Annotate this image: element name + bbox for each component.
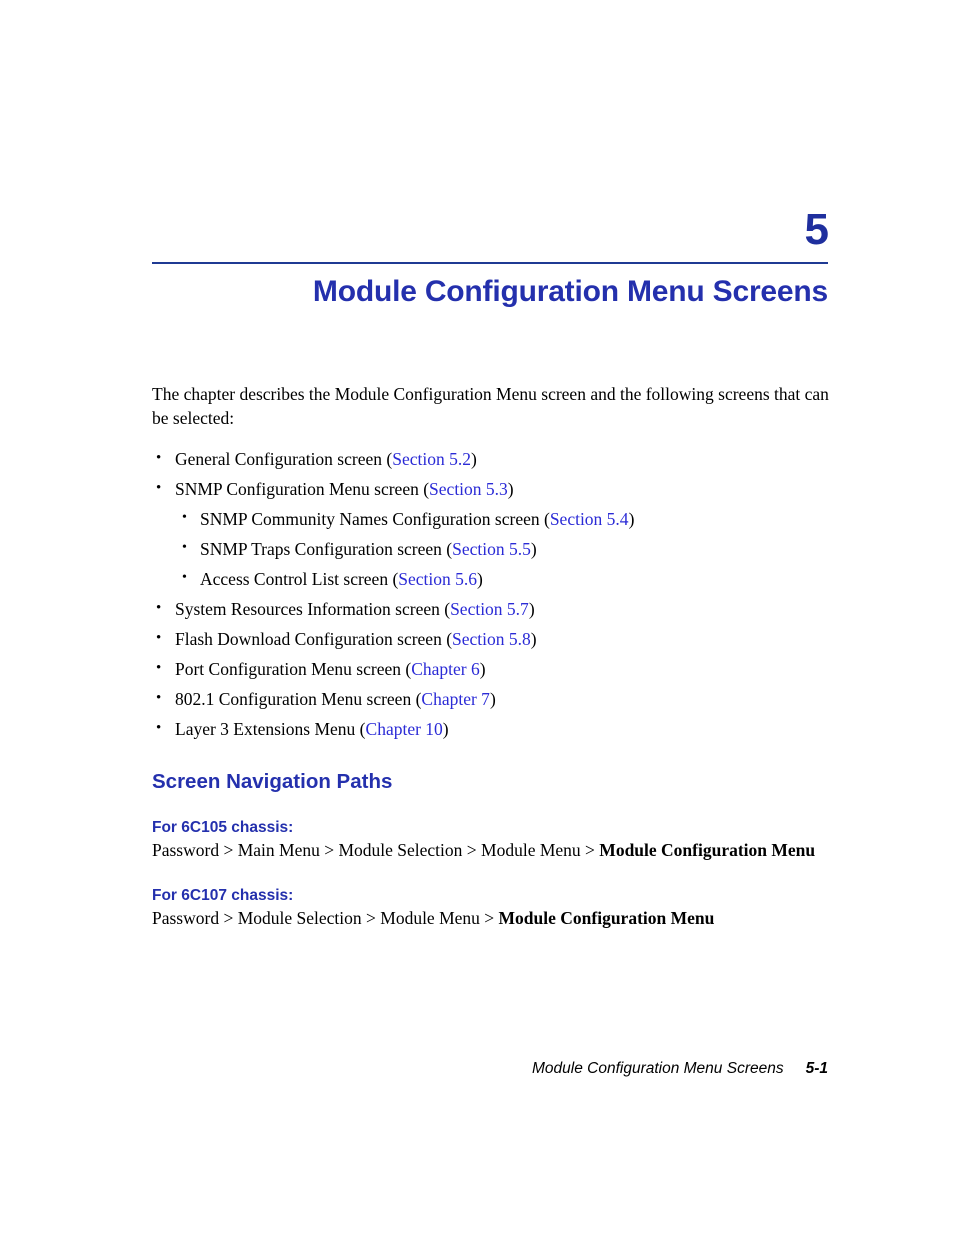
list-item-tail: ) (628, 509, 635, 529)
list-item-tail: ) (530, 539, 537, 559)
cross-reference-link[interactable]: Chapter 10 (366, 719, 443, 739)
cross-reference-link[interactable]: Section 5.7 (450, 599, 529, 619)
list-item-text: Layer 3 Extensions Menu ( (175, 719, 366, 739)
list-item-text: Port Configuration Menu screen ( (175, 659, 412, 679)
list-item-text: Access Control List screen ( (200, 569, 399, 589)
page-footer: Module Configuration Menu Screens 5-1 (152, 1059, 828, 1079)
nested-screen-list: SNMP Community Names Configuration scree… (152, 507, 842, 590)
list-item-text: Flash Download Configuration screen ( (175, 629, 453, 649)
cross-reference-link[interactable]: Section 5.2 (392, 449, 471, 469)
list-item: Flash Download Configuration screen (Sec… (152, 627, 842, 650)
page-content: The chapter describes the Module Configu… (152, 382, 842, 930)
list-item: SNMP Traps Configuration screen (Section… (152, 537, 842, 560)
section-heading-screen-navigation-paths: Screen Navigation Paths (152, 770, 393, 793)
footer-running-head: Module Configuration Menu Screens (532, 1060, 784, 1077)
list-item: SNMP Configuration Menu screen (Section … (152, 477, 842, 500)
list-item: Port Configuration Menu screen (Chapter … (152, 657, 842, 680)
list-item-tail: ) (530, 629, 537, 649)
list-item: 802.1 Configuration Menu screen (Chapter… (152, 687, 842, 710)
list-item-text: SNMP Traps Configuration screen ( (200, 539, 453, 559)
navigation-path-6c105: Password > Main Menu > Module Selection … (152, 839, 842, 862)
screen-list: General Configuration screen (Section 5.… (152, 447, 842, 740)
list-item-tail: ) (470, 449, 477, 469)
intro-paragraph: The chapter describes the Module Configu… (152, 384, 829, 428)
list-item-text: SNMP Configuration Menu screen ( (175, 479, 430, 499)
nested-list-wrapper: SNMP Community Names Configuration scree… (152, 507, 842, 590)
list-item-tail: ) (528, 599, 535, 619)
sub-heading-6c105-chassis: For 6C105 chassis: (152, 819, 294, 836)
chapter-number: 5 (804, 205, 829, 254)
cross-reference-link[interactable]: Section 5.6 (398, 569, 477, 589)
list-item-text: 802.1 Configuration Menu screen ( (175, 689, 422, 709)
document-page: 5 Module Configuration Menu Screens The … (0, 0, 954, 1235)
navigation-path-target: Module Configuration Menu (498, 908, 715, 928)
list-item: System Resources Information screen (Sec… (152, 597, 842, 620)
chapter-header: 5 Module Configuration Menu Screens (152, 205, 829, 329)
navigation-path-6c107: Password > Module Selection > Module Men… (152, 907, 842, 930)
cross-reference-link[interactable]: Chapter 7 (421, 689, 490, 709)
cross-reference-link[interactable]: Section 5.3 (429, 479, 508, 499)
list-item-text: SNMP Community Names Configuration scree… (200, 509, 550, 529)
list-item-tail: ) (479, 659, 486, 679)
page-title: Module Configuration Menu Screens (312, 275, 828, 308)
sub-heading-6c107-chassis: For 6C107 chassis: (152, 887, 294, 904)
list-item: SNMP Community Names Configuration scree… (152, 507, 842, 530)
list-item-tail: ) (489, 689, 496, 709)
list-item-text: System Resources Information screen ( (175, 599, 451, 619)
list-item: Access Control List screen (Section 5.6) (152, 567, 842, 590)
list-item: Layer 3 Extensions Menu (Chapter 10) (152, 717, 842, 740)
list-item-text: General Configuration screen ( (175, 449, 393, 469)
cross-reference-link[interactable]: Section 5.4 (550, 509, 629, 529)
cross-reference-link[interactable]: Section 5.8 (452, 629, 531, 649)
list-item-tail: ) (507, 479, 514, 499)
cross-reference-link[interactable]: Chapter 6 (411, 659, 480, 679)
navigation-path-prefix: Password > Main Menu > Module Selection … (152, 840, 600, 860)
footer-page-number: 5-1 (805, 1060, 828, 1077)
navigation-path-target: Module Configuration Menu (599, 840, 816, 860)
list-item-tail: ) (477, 569, 483, 589)
list-item-tail: ) (442, 719, 449, 739)
cross-reference-link[interactable]: Section 5.5 (452, 539, 531, 559)
chapter-divider-rule (152, 262, 828, 264)
list-item: General Configuration screen (Section 5.… (152, 447, 842, 470)
navigation-path-prefix: Password > Module Selection > Module Men… (152, 908, 499, 928)
